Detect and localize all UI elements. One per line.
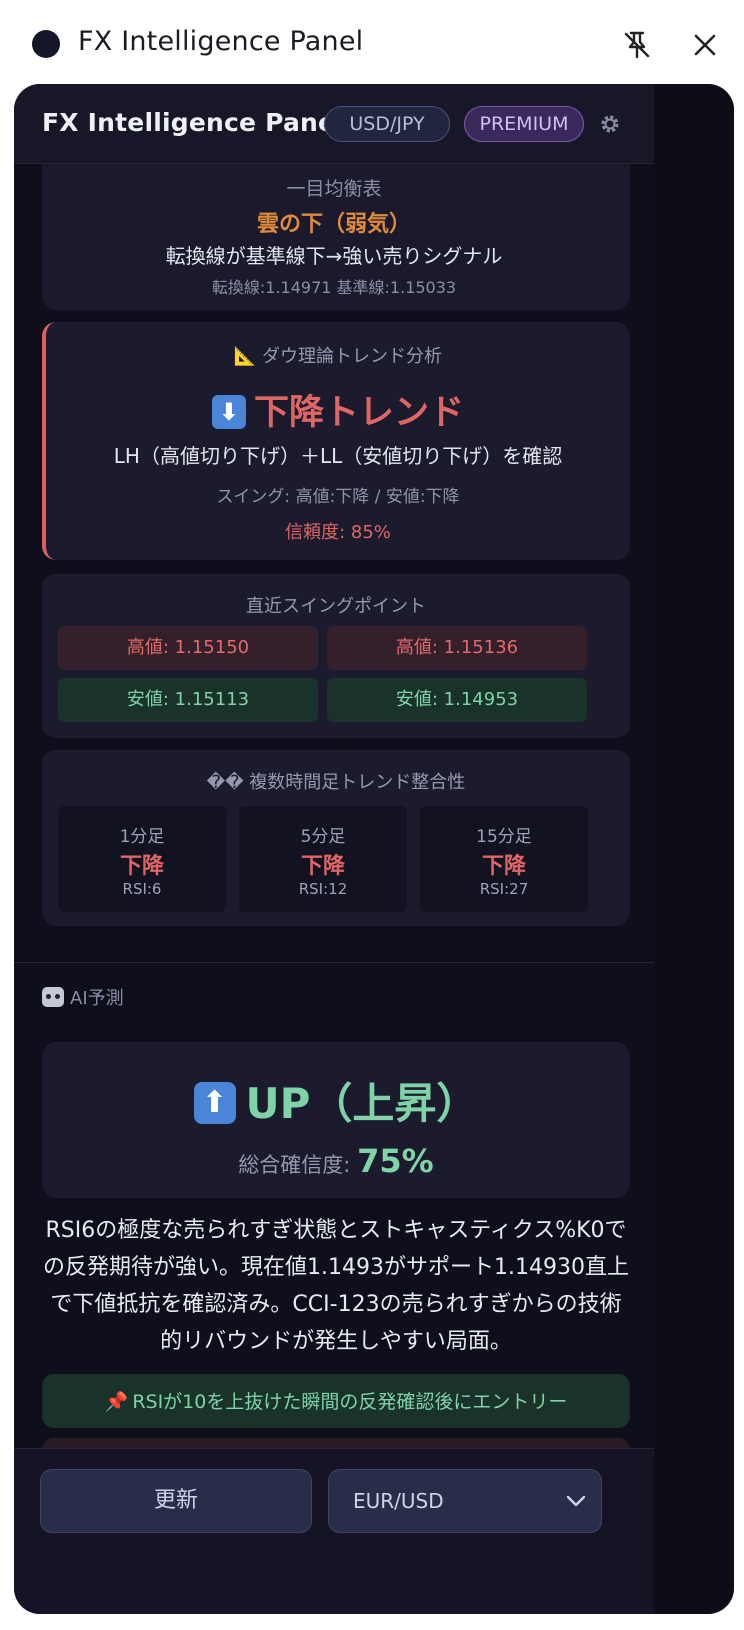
ichimoku-values: 転換線:1.14971 基準線:1.15033	[211, 278, 457, 297]
entry-advice: 📌 RSIが10を上抜けた瞬間の反発確認後にエントリー	[42, 1387, 630, 1414]
section-divider	[14, 962, 654, 963]
currency-pair-select[interactable]: EUR/USD	[328, 1469, 602, 1533]
premium-badge: PREMIUM	[464, 106, 584, 142]
ai-section-title: AI予測	[70, 988, 124, 1009]
dow-trend-label: 下降トレンド	[253, 393, 464, 433]
up-arrow-icon: ⬆	[193, 1082, 236, 1124]
timeframe-direction: 下降	[119, 854, 164, 879]
currency-pair-badge[interactable]: USD/JPY	[324, 106, 450, 142]
panel-title: FX Intelligence Panel	[42, 108, 344, 137]
swing-low-2: 安値: 1.14953	[327, 678, 587, 722]
timeframe-cell: 15分足 下降 RSI:27	[420, 806, 588, 912]
ai-prediction-card: ⬆ UP（上昇） 総合確信度: 75%	[42, 1042, 630, 1198]
timeframe-rsi: RSI:12	[298, 880, 348, 898]
unpin-icon[interactable]	[620, 28, 654, 62]
pushpin-icon: 📌	[104, 1391, 129, 1413]
refresh-button[interactable]: 更新	[40, 1469, 312, 1533]
dow-trend: ⬇ 下降トレンド	[46, 384, 630, 435]
dow-description: LH（高値切り下げ）＋LL（安値切り下げ）を確認	[113, 444, 563, 468]
ai-prediction-direction: ⬆ UP（上昇）	[42, 1070, 630, 1131]
ai-confidence: 総合確信度: 75%	[42, 1142, 630, 1180]
robot-icon	[42, 987, 64, 1007]
ai-confidence-value: 75%	[357, 1142, 434, 1180]
panel-side-gutter	[654, 84, 734, 1614]
multi-timeframe-label: �� 複数時間足トレンド整合性	[206, 772, 466, 793]
selected-pair: EUR/USD	[353, 1489, 444, 1513]
panel-header: FX Intelligence Panel USD/JPY PREMIUM	[14, 84, 654, 164]
entry-advice-card: 📌 RSIが10を上抜けた瞬間の反発確認後にエントリー	[42, 1374, 630, 1428]
timeframe-name: 5分足	[300, 827, 346, 847]
swing-high-2: 高値: 1.15136	[327, 626, 587, 670]
gear-icon[interactable]	[598, 112, 622, 136]
swing-points-label: 直近スイングポイント	[246, 596, 426, 617]
timeframe-direction: 下降	[300, 854, 345, 879]
timeframe-name: 15分足	[476, 827, 532, 847]
timeframe-rsi: RSI:6	[122, 880, 162, 898]
timeframe-name: 1分足	[119, 827, 165, 847]
down-arrow-icon: ⬇	[211, 395, 246, 429]
entry-advice-text: RSIが10を上抜けた瞬間の反発確認後にエントリー	[132, 1391, 568, 1413]
close-icon[interactable]	[688, 28, 722, 62]
chevron-down-icon	[566, 1495, 586, 1507]
timeframe-cell: 1分足 下降 RSI:6	[58, 806, 226, 912]
dow-theory-label: 📐 ダウ理論トレンド分析	[233, 346, 443, 367]
window-titlebar: FX Intelligence Panel	[0, 0, 744, 88]
swing-high-1: 高値: 1.15150	[58, 626, 318, 670]
app-status-dot	[32, 30, 60, 58]
fx-panel: FX Intelligence Panel USD/JPY PREMIUM 一目…	[14, 84, 734, 1614]
multi-timeframe-card: �� 複数時間足トレンド整合性 1分足 下降 RSI:6 5分足 下降 RSI:…	[42, 750, 630, 926]
timeframe-cell: 5分足 下降 RSI:12	[239, 806, 407, 912]
ichimoku-label: 一目均衡表	[286, 178, 382, 200]
dow-swing-summary: スイング: 高値:下降 / 安値:下降	[216, 487, 460, 507]
swing-low-1: 安値: 1.15113	[58, 678, 318, 722]
panel-footer: 更新 EUR/USD	[14, 1448, 654, 1614]
ichimoku-description: 転換線が基準線下→強い売りシグナル	[165, 244, 503, 268]
ai-reasoning-text: RSI6の極度な売られすぎ状態とストキャスティクス%K0での反発期待が強い。現在…	[43, 1218, 629, 1354]
ai-direction-label: UP（上昇）	[245, 1079, 479, 1128]
ai-section-label: AI予測	[42, 984, 124, 1010]
swing-points-card: 直近スイングポイント 高値: 1.15150 高値: 1.15136 安値: 1…	[42, 574, 630, 738]
timeframe-rsi: RSI:27	[479, 880, 529, 898]
ai-confidence-label: 総合確信度:	[238, 1153, 351, 1177]
timeframe-direction: 下降	[481, 854, 526, 879]
window-title: FX Intelligence Panel	[78, 26, 364, 57]
dow-confidence: 信頼度: 85%	[285, 522, 391, 543]
ichimoku-status: 雲の下（弱気）	[256, 212, 411, 237]
dow-theory-card: 📐 ダウ理論トレンド分析 ⬇ 下降トレンド LH（高値切り下げ）＋LL（安値切り下…	[42, 322, 630, 560]
